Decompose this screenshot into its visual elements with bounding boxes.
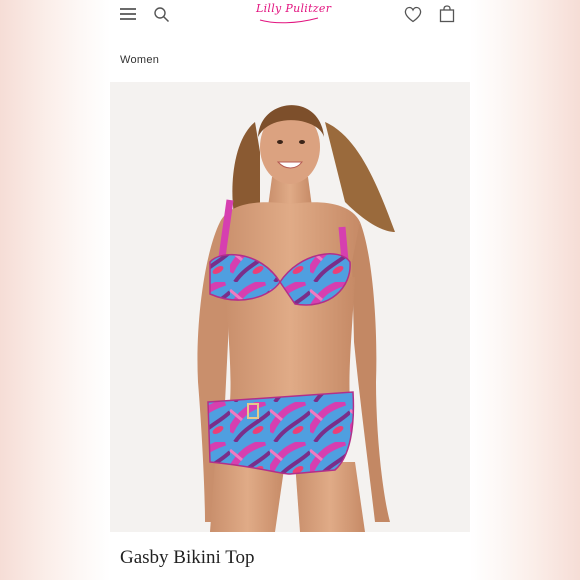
- model-photo: [110, 82, 470, 532]
- shopping-bag-icon[interactable]: [439, 5, 455, 23]
- product-page: Lilly Pulitzer Women Gasby Bikini Top: [110, 0, 470, 580]
- breadcrumb-women[interactable]: Women: [120, 54, 159, 66]
- product-title: Gasby Bikini Top: [120, 547, 255, 568]
- product-image[interactable]: [110, 82, 470, 532]
- search-icon[interactable]: [153, 6, 170, 23]
- top-nav-bar: Lilly Pulitzer: [110, 0, 470, 30]
- hamburger-menu-icon[interactable]: [120, 7, 136, 21]
- brand-logo[interactable]: Lilly Pulitzer: [256, 0, 331, 28]
- heart-icon[interactable]: [404, 6, 422, 23]
- logo-underline-icon: [259, 17, 319, 24]
